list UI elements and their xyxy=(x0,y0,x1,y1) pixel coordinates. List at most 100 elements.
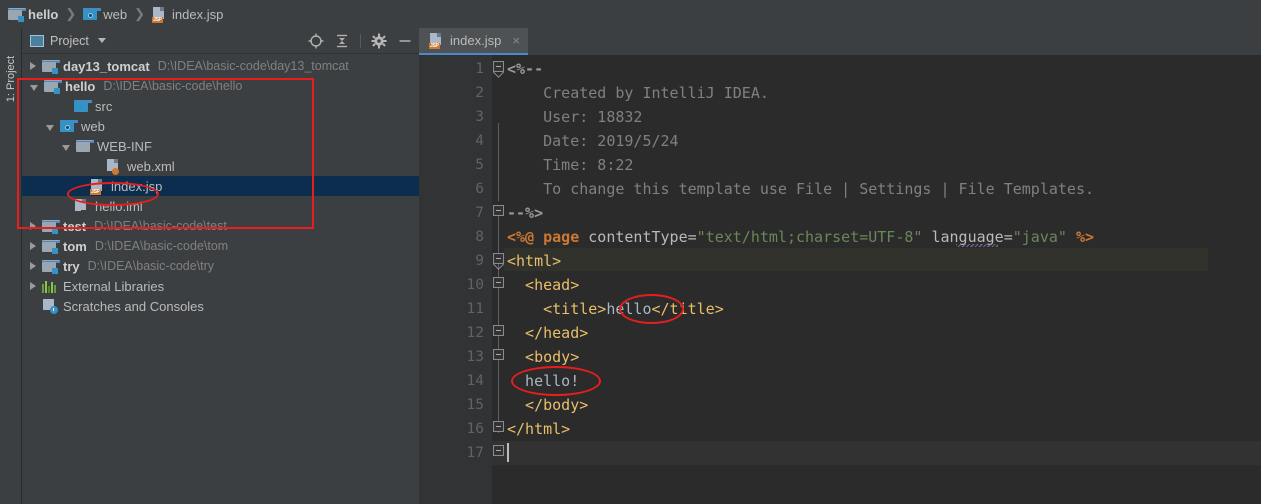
code-line-16: </html> xyxy=(507,420,571,438)
line-number: 1 xyxy=(475,61,484,77)
tree-row-web-xml[interactable]: web.xml xyxy=(22,156,419,176)
line-number: 15 xyxy=(466,397,484,413)
code-line-7: --%> xyxy=(507,204,544,222)
jsp-directive-background xyxy=(504,248,1208,271)
tree-row-label: try xyxy=(63,258,80,274)
code-line-1: <%-- xyxy=(507,60,544,78)
tree-row-label: index.jsp xyxy=(111,178,163,194)
spellcheck-squiggle xyxy=(956,244,998,247)
tree-row-scratches-and-consoles[interactable]: Scratches and Consoles xyxy=(22,296,419,316)
sidebar-tab-project[interactable]: 1: Project xyxy=(5,44,17,114)
chevron-down-icon[interactable] xyxy=(62,145,70,151)
breadcrumb-item-index-jsp[interactable]: JSP index.jsp xyxy=(152,6,224,23)
breadcrumb-label: hello xyxy=(28,6,59,22)
current-line-highlight xyxy=(492,441,1261,465)
tree-row-label: web.xml xyxy=(127,158,175,174)
scratches-icon xyxy=(42,299,58,314)
tree-row-path: D:\IDEA\basic-code\day13_tomcat xyxy=(157,59,349,73)
chevron-down-icon[interactable] xyxy=(46,125,54,131)
editor-tab-label: index.jsp xyxy=(450,33,502,48)
breadcrumb-item-hello[interactable]: hello xyxy=(8,7,58,22)
fold-toggle-icon[interactable] xyxy=(493,61,504,72)
tree-row-label: hello xyxy=(65,78,96,94)
breadcrumb-separator: ❯ xyxy=(65,6,77,21)
chevron-right-icon[interactable] xyxy=(30,242,36,250)
source-folder-icon xyxy=(74,99,92,113)
tree-row-web[interactable]: web xyxy=(22,116,419,136)
fold-toggle-icon[interactable] xyxy=(493,421,504,432)
tree-row-label: test xyxy=(63,218,87,234)
code-line-10: <head> xyxy=(507,276,580,294)
code-line-5: Time: 8:22 xyxy=(507,156,634,174)
tree-row-web-inf[interactable]: WEB-INF xyxy=(22,136,419,156)
web-folder-icon xyxy=(83,7,102,21)
collapse-all-icon[interactable] xyxy=(334,33,350,49)
line-number: 2 xyxy=(475,85,484,101)
project-title-label: Project xyxy=(50,33,89,48)
fold-toggle-icon[interactable] xyxy=(493,445,504,456)
tree-row-day13-tomcat[interactable]: day13_tomcat D:\IDEA\basic-code\day13_tom… xyxy=(22,56,419,76)
tree-row-test[interactable]: test D:\IDEA\basic-code\test xyxy=(22,216,419,236)
project-toolbar: Project xyxy=(22,28,419,54)
fold-toggle-icon[interactable] xyxy=(493,205,504,216)
fold-toggle-icon[interactable] xyxy=(493,277,504,288)
line-number: 6 xyxy=(475,181,484,197)
fold-toggle-icon[interactable] xyxy=(493,349,504,360)
settings-gear-icon[interactable] xyxy=(371,33,387,49)
line-number: 17 xyxy=(466,445,484,461)
tree-row-label: tom xyxy=(63,238,87,254)
tree-row-path: D:\IDEA\basic-code\try xyxy=(87,259,215,273)
libraries-icon xyxy=(42,280,57,293)
close-icon[interactable]: × xyxy=(512,33,520,48)
line-number: 13 xyxy=(466,349,484,365)
line-number-gutter[interactable]: 1 2 3 4 5 6 7 8 9 10 11 12 13 14 15 16 17 xyxy=(419,55,492,504)
code-line-13: <body> xyxy=(507,348,580,366)
code-line-6: To change this template use File | Setti… xyxy=(507,180,1094,198)
code-line-8: <%@ page contentType="text/html;charset=… xyxy=(507,228,1095,246)
tree-row-label: WEB-INF xyxy=(97,138,152,154)
left-tool-window-bar: 1: Project xyxy=(0,28,22,504)
xml-file-icon xyxy=(106,158,121,175)
line-number: 7 xyxy=(475,205,484,221)
tree-row-src[interactable]: src xyxy=(22,96,419,116)
code-line-15: </body> xyxy=(507,396,589,414)
code-line-2: Created by IntelliJ IDEA. xyxy=(507,84,769,102)
tree-row-external-libraries[interactable]: External Libraries xyxy=(22,276,419,296)
fold-toggle-icon[interactable] xyxy=(493,253,504,264)
chevron-right-icon[interactable] xyxy=(30,222,36,230)
tree-row-label: hello.iml xyxy=(95,198,143,214)
tree-row-label: External Libraries xyxy=(63,278,165,294)
code-line-11: <title>hello</title> xyxy=(507,300,724,318)
chevron-right-icon[interactable] xyxy=(30,282,36,290)
module-icon xyxy=(42,239,60,254)
chevron-right-icon[interactable] xyxy=(30,62,36,70)
fold-end-marker xyxy=(493,72,504,78)
chevron-down-icon[interactable] xyxy=(30,85,38,91)
tree-row-label: src xyxy=(95,98,113,114)
iml-file-icon xyxy=(74,198,89,214)
line-number: 16 xyxy=(466,421,484,437)
breadcrumb-separator: ❯ xyxy=(134,6,146,21)
chevron-right-icon[interactable] xyxy=(30,262,36,270)
tree-row-index-jsp[interactable]: JSP index.jsp xyxy=(22,176,419,196)
line-number: 3 xyxy=(475,109,484,125)
project-title-dropdown[interactable]: Project xyxy=(30,34,106,48)
tree-row-hello[interactable]: hello D:\IDEA\basic-code\hello xyxy=(22,76,419,96)
tree-row-hello-iml[interactable]: hello.iml xyxy=(22,196,419,216)
editor-tab-index-jsp[interactable]: JSP index.jsp × xyxy=(419,28,528,55)
project-tool-window: Project day13_tomcat D:\IDEA\basic-code\… xyxy=(22,28,419,504)
code-editor[interactable]: 1 2 3 4 5 6 7 8 9 10 11 12 13 14 15 16 17 <%-- Created b… xyxy=(419,55,1261,504)
fold-toggle-icon[interactable] xyxy=(493,325,504,336)
project-tree[interactable]: day13_tomcat D:\IDEA\basic-code\day13_tom… xyxy=(22,54,419,504)
locate-target-icon[interactable] xyxy=(308,33,324,49)
breadcrumb-label: index.jsp xyxy=(172,6,224,22)
fold-end-marker xyxy=(493,264,504,270)
hide-minimize-icon[interactable] xyxy=(397,33,413,49)
fold-guide-line xyxy=(498,213,499,433)
tree-row-tom[interactable]: tom D:\IDEA\basic-code\tom xyxy=(22,236,419,256)
tree-row-try[interactable]: try D:\IDEA\basic-code\try xyxy=(22,256,419,276)
breadcrumb-item-web[interactable]: web xyxy=(83,7,127,22)
line-number: 12 xyxy=(466,325,484,341)
idea-window: hello ❯ web ❯ JSP index.jsp 1: Project P… xyxy=(0,0,1261,504)
module-icon xyxy=(42,259,60,274)
